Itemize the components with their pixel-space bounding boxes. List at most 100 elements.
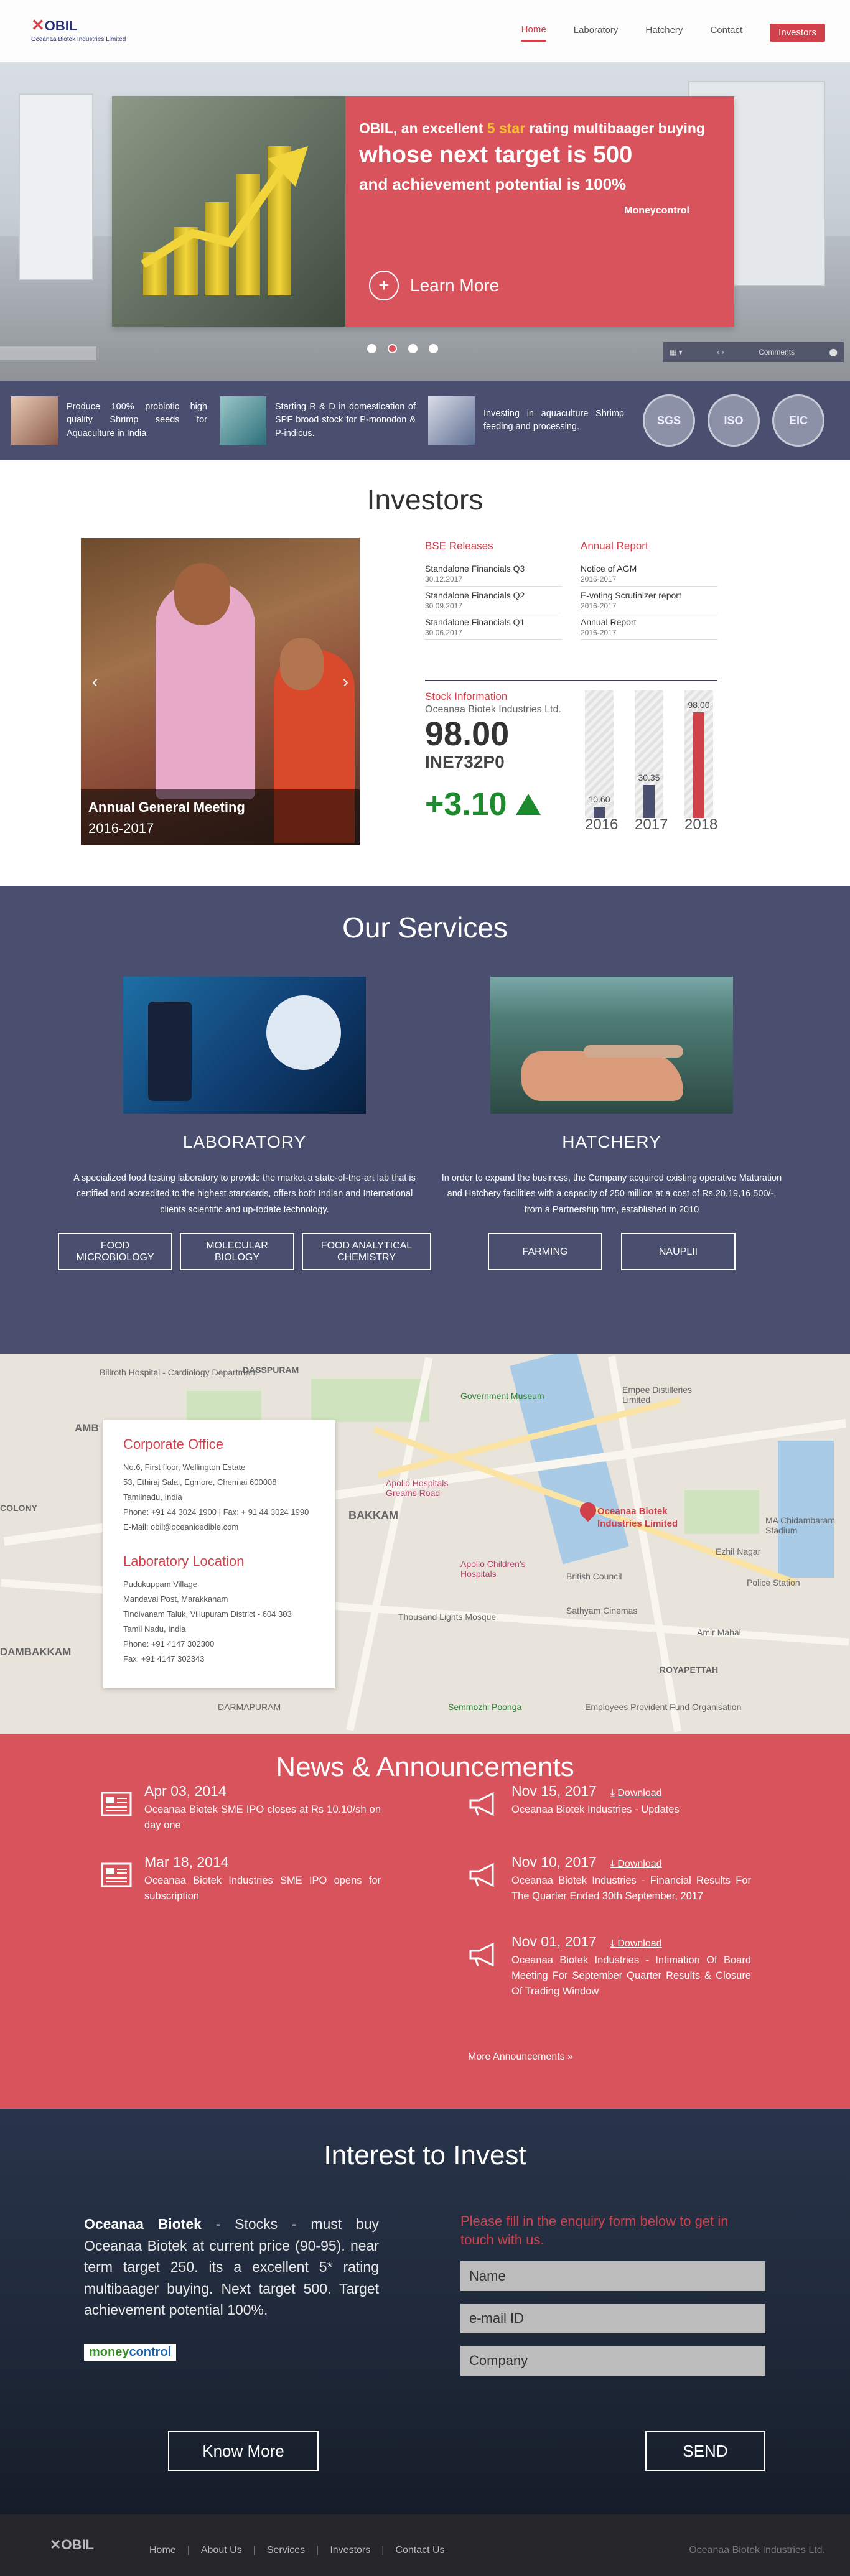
agm-caption-title: Annual General Meeting bbox=[88, 799, 245, 815]
map-label: BAKKAM bbox=[348, 1509, 398, 1522]
bse-item[interactable]: Standalone Financials Q2 30.09.2017 bbox=[425, 587, 562, 613]
footer-link-investors[interactable]: Investors bbox=[330, 2545, 370, 2556]
map-label: Sathyam Cinemas bbox=[566, 1606, 638, 1616]
iso-badge-icon: ISO bbox=[708, 394, 760, 447]
bse-releases: BSE Releases Standalone Financials Q3 30.… bbox=[425, 540, 562, 640]
footer-link-services[interactable]: Services bbox=[267, 2545, 305, 2556]
laboratory-title: LABORATORY bbox=[182, 1132, 307, 1151]
nav-contact[interactable]: Contact bbox=[710, 25, 742, 40]
map-label: Semmozhi Poonga bbox=[448, 1702, 522, 1712]
map-label: Amir Mahal bbox=[697, 1627, 741, 1637]
name-field[interactable]: Name bbox=[460, 2261, 765, 2292]
news-item[interactable]: Mar 18, 2014 Oceanaa Biotek Industries SM… bbox=[101, 1854, 381, 1904]
farming-button[interactable]: FARMING bbox=[488, 1233, 602, 1271]
bse-heading: BSE Releases bbox=[425, 540, 493, 552]
feature-text: Investing in aquaculture Shrimp feeding … bbox=[483, 408, 624, 432]
moneycontrol-logo: moneycontrol bbox=[84, 2344, 177, 2361]
company-field[interactable]: Company bbox=[460, 2346, 765, 2376]
slider-dot[interactable] bbox=[408, 344, 418, 353]
map-label: Apollo Children's Hospitals bbox=[460, 1559, 526, 1579]
chevron-right-icon[interactable]: › bbox=[343, 672, 348, 692]
certification-badges: SGS ISO EIC bbox=[643, 394, 824, 447]
learn-more-link[interactable]: + Learn More bbox=[369, 271, 499, 300]
toggle-icon[interactable]: ⬤ bbox=[829, 348, 838, 356]
food-microbiology-button[interactable]: FOOD MICROBIOLOGY bbox=[58, 1233, 172, 1271]
more-announcements-link[interactable]: More Announcements » bbox=[468, 2052, 573, 2063]
nav-laboratory[interactable]: Laboratory bbox=[574, 25, 619, 40]
feature-text: Produce 100% probiotic high quality Shri… bbox=[67, 402, 207, 439]
eic-badge-icon: EIC bbox=[772, 394, 824, 447]
know-more-button[interactable]: Know More bbox=[168, 2431, 319, 2471]
news-title: News & Announcements bbox=[276, 1752, 574, 1782]
newspaper-icon bbox=[101, 1862, 132, 1887]
bse-item[interactable]: Standalone Financials Q3 30.12.2017 bbox=[425, 560, 562, 587]
bar-value-label: 10.60 bbox=[588, 794, 610, 804]
announcement-item: Nov 10, 2017 ⤓ Download Oceanaa Biotek Ind… bbox=[468, 1854, 751, 1904]
slider-dot[interactable] bbox=[367, 344, 376, 353]
pager-arrows-icon[interactable]: ‹ › bbox=[717, 348, 724, 356]
map-label: DASSPURAM bbox=[243, 1365, 299, 1375]
slider-controls-right[interactable]: ▦ ▾ ‹ › Comments ⬤ bbox=[663, 342, 844, 362]
footer-link-home[interactable]: Home bbox=[149, 2545, 176, 2556]
map-label: Government Museum bbox=[460, 1391, 544, 1401]
aquaculture-thumb bbox=[428, 396, 475, 445]
investors-title: Investors bbox=[367, 483, 483, 516]
map-label: Empee Distilleries Limited bbox=[622, 1385, 693, 1405]
site-logo[interactable]: ✕OBIL Oceanaa Biotek Industries Limited bbox=[31, 16, 126, 43]
map-label: COLONY bbox=[0, 1503, 37, 1513]
chevron-left-icon[interactable]: ‹ bbox=[92, 672, 98, 692]
footer-logo[interactable]: ✕OBIL bbox=[50, 2537, 94, 2553]
hero-slide-card: OBIL, an excellent 5 star rating multiba… bbox=[112, 96, 734, 327]
map-label: AMB bbox=[75, 1422, 99, 1434]
nav-investors-button[interactable]: Investors bbox=[770, 24, 825, 42]
download-link[interactable]: ⤓ Download bbox=[610, 1788, 662, 1798]
nav-hatchery[interactable]: Hatchery bbox=[645, 25, 683, 40]
nav-home[interactable]: Home bbox=[521, 24, 546, 42]
molecular-biology-button[interactable]: MOLECULAR BIOLOGY bbox=[180, 1233, 294, 1271]
hatchery-title: HATCHERY bbox=[562, 1132, 661, 1151]
map-label: MA Chidambaram Stadium bbox=[765, 1515, 836, 1535]
newspaper-icon bbox=[101, 1792, 132, 1816]
annual-item[interactable]: Annual Report 2016-2017 bbox=[581, 613, 717, 640]
map-label: Employees Provident Fund Organisation bbox=[585, 1702, 742, 1712]
services-title: Our Services bbox=[342, 911, 508, 944]
download-link[interactable]: ⤓ Download bbox=[610, 1938, 662, 1949]
slider-dot-active[interactable] bbox=[388, 344, 397, 353]
food-analytical-chemistry-button[interactable]: FOOD ANALYTICAL CHEMISTRY bbox=[302, 1233, 431, 1271]
service-hatchery: HATCHERY In order to expand the business… bbox=[425, 977, 798, 1271]
shrimp-seed-thumb bbox=[11, 396, 58, 445]
slider-dot[interactable] bbox=[429, 344, 438, 353]
footer-link-about[interactable]: About Us bbox=[201, 2545, 242, 2556]
stock-heading: Stock Information bbox=[425, 690, 508, 702]
nauplii-button[interactable]: NAUPLII bbox=[621, 1233, 736, 1271]
news-item[interactable]: Apr 03, 2014 Oceanaa Biotek SME IPO close… bbox=[101, 1783, 381, 1833]
agm-slider: ‹ › Annual General Meeting 2016-2017 bbox=[81, 538, 360, 845]
comments-label[interactable]: Comments bbox=[759, 348, 795, 356]
corporate-office-address: No.6, First floor, Wellington Estate 53, … bbox=[123, 1462, 309, 1532]
learn-more-label: Learn More bbox=[410, 276, 500, 295]
grid-icon[interactable]: ▦ ▾ bbox=[670, 348, 683, 356]
invest-section: Interest to Invest Oceanaa Biotek - Stoc… bbox=[0, 2109, 850, 2514]
stock-change: +3.10 bbox=[425, 786, 561, 823]
hero-text-panel: OBIL, an excellent 5 star rating multiba… bbox=[345, 96, 734, 327]
invest-text: Oceanaa Biotek - Stocks - must buy Ocean… bbox=[84, 2216, 379, 2318]
sgs-badge-icon: SGS bbox=[643, 394, 695, 447]
map-label: Billroth Hospital - Cardiology Departmen… bbox=[100, 1367, 258, 1377]
email-field[interactable]: e-mail ID bbox=[460, 2304, 765, 2334]
annual-item[interactable]: E-voting Scrutinizer report 2016-2017 bbox=[581, 587, 717, 613]
slider-controls-left[interactable] bbox=[0, 346, 96, 360]
map-pin-label: Oceanaa Biotek Industries Limited bbox=[597, 1506, 678, 1529]
corporate-office-heading: Corporate Office bbox=[123, 1436, 224, 1452]
service-laboratory: LABORATORY A specialized food testing la… bbox=[58, 977, 431, 1271]
download-link[interactable]: ⤓ Download bbox=[610, 1859, 662, 1869]
annual-item[interactable]: Notice of AGM 2016-2017 bbox=[581, 560, 717, 587]
stock-price: 98.00 bbox=[425, 715, 510, 753]
send-button[interactable]: SEND bbox=[645, 2431, 765, 2471]
invest-title: Interest to Invest bbox=[324, 2140, 526, 2170]
hero-headline-3: and achievement potential is 100% bbox=[359, 175, 627, 193]
bar-2018: 98.00 2018 bbox=[684, 690, 717, 834]
bar-fill bbox=[693, 712, 704, 818]
bse-item[interactable]: Standalone Financials Q1 30.06.2017 bbox=[425, 613, 562, 640]
footer-link-contact[interactable]: Contact Us bbox=[395, 2545, 444, 2556]
stock-info: Stock Information Oceanaa Biotek Industr… bbox=[425, 690, 561, 823]
